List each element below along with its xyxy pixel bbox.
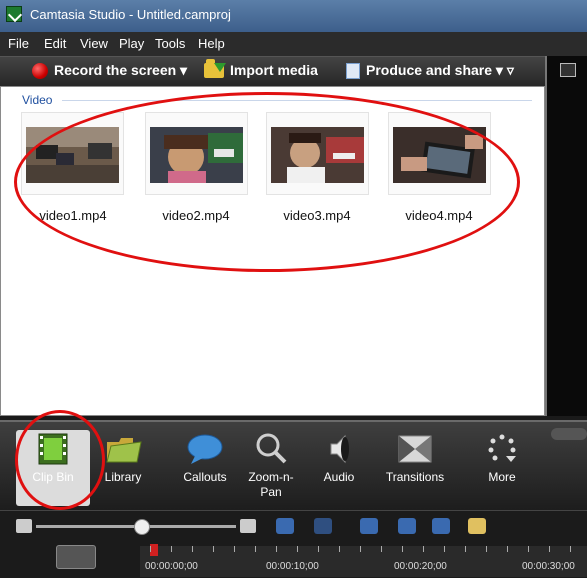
transitions-icon <box>398 435 432 463</box>
timeline-ruler <box>140 546 587 577</box>
zoom-out-icon[interactable] <box>16 519 32 533</box>
video-section-label: Video <box>22 93 53 107</box>
zoom-slider-handle[interactable] <box>134 519 150 535</box>
library-folder-icon <box>106 438 142 463</box>
menu-view[interactable]: View <box>80 36 108 51</box>
window-title: Camtasia Studio - Untitled.camproj <box>30 7 231 22</box>
ruler-tick <box>381 546 382 552</box>
preview-panel <box>545 56 587 416</box>
tab-more[interactable]: More <box>465 430 539 506</box>
ruler-tick <box>444 546 445 552</box>
record-screen-button[interactable]: Record the screen ▾ <box>54 62 187 79</box>
redo-icon[interactable] <box>314 518 332 534</box>
tab-label: Callouts <box>183 470 227 484</box>
tab-transitions[interactable]: Transitions <box>378 430 452 506</box>
ruler-tick <box>465 546 466 552</box>
split-icon[interactable] <box>398 518 416 534</box>
title-bar: Camtasia Studio - Untitled.camproj <box>0 0 587 32</box>
zoom-in-icon[interactable] <box>240 519 256 533</box>
menu-edit[interactable]: Edit <box>44 36 66 51</box>
ruler-tick <box>234 546 235 552</box>
ruler-tick <box>549 546 550 552</box>
cut-icon[interactable] <box>360 518 378 534</box>
side-slider[interactable] <box>551 428 587 440</box>
record-icon <box>32 63 48 79</box>
ruler-tick <box>150 546 151 552</box>
settings-gear-icon[interactable] <box>56 545 96 569</box>
tab-label: Transitions <box>385 470 445 484</box>
playhead-icon[interactable] <box>150 544 158 556</box>
ruler-tick <box>339 546 340 552</box>
ruler-tick <box>297 546 298 552</box>
menu-bar: File Edit View Play Tools Help <box>0 32 587 56</box>
timestamp-label: 00:00:10;00 <box>266 561 319 572</box>
tab-audio[interactable]: Audio <box>302 430 376 506</box>
ruler-tick <box>528 546 529 552</box>
camtasia-app-icon <box>6 6 22 22</box>
menu-file[interactable]: File <box>8 36 29 51</box>
tab-label: More <box>488 470 516 484</box>
menu-help[interactable]: Help <box>198 36 225 51</box>
timestamp-label: 00:00:00;00 <box>145 561 198 572</box>
ruler-tick <box>192 546 193 552</box>
menu-tools[interactable]: Tools <box>155 36 185 51</box>
ruler-tick <box>423 546 424 552</box>
paste-icon[interactable] <box>468 518 486 534</box>
timestamp-label: 00:00:30;00 <box>522 561 575 572</box>
ruler-tick <box>171 546 172 552</box>
detach-preview-icon[interactable] <box>560 63 576 77</box>
produce-share-button[interactable]: Produce and share ▾ ▿ <box>366 62 514 79</box>
annotation-circle-clipbin-tab <box>15 410 105 510</box>
ruler-tick <box>360 546 361 552</box>
ruler-tick <box>255 546 256 552</box>
menu-play[interactable]: Play <box>119 36 144 51</box>
ruler-tick <box>276 546 277 552</box>
timestamp-label: 00:00:20;00 <box>394 561 447 572</box>
produce-icon <box>346 63 360 79</box>
ruler-tick <box>213 546 214 552</box>
magnifier-icon <box>256 433 287 464</box>
ruler-tick <box>570 546 571 552</box>
speech-bubble-icon <box>187 434 223 464</box>
speaker-icon <box>330 434 349 464</box>
ruler-tick <box>507 546 508 552</box>
tab-label: Zoom-n-Pan <box>248 470 294 499</box>
tab-label: Audio <box>323 470 355 484</box>
copy-icon[interactable] <box>432 518 450 534</box>
tab-callouts[interactable]: Callouts <box>168 430 242 506</box>
undo-icon[interactable] <box>276 518 294 534</box>
annotation-circle-clips <box>14 92 520 272</box>
ruler-tick <box>402 546 403 552</box>
import-media-button[interactable]: Import media <box>230 62 318 78</box>
ruler-tick <box>486 546 487 552</box>
ruler-tick <box>318 546 319 552</box>
import-arrow-icon <box>214 63 226 72</box>
tab-zoom-n-pan[interactable]: Zoom-n-Pan <box>234 430 308 506</box>
more-dots-icon <box>488 434 516 462</box>
